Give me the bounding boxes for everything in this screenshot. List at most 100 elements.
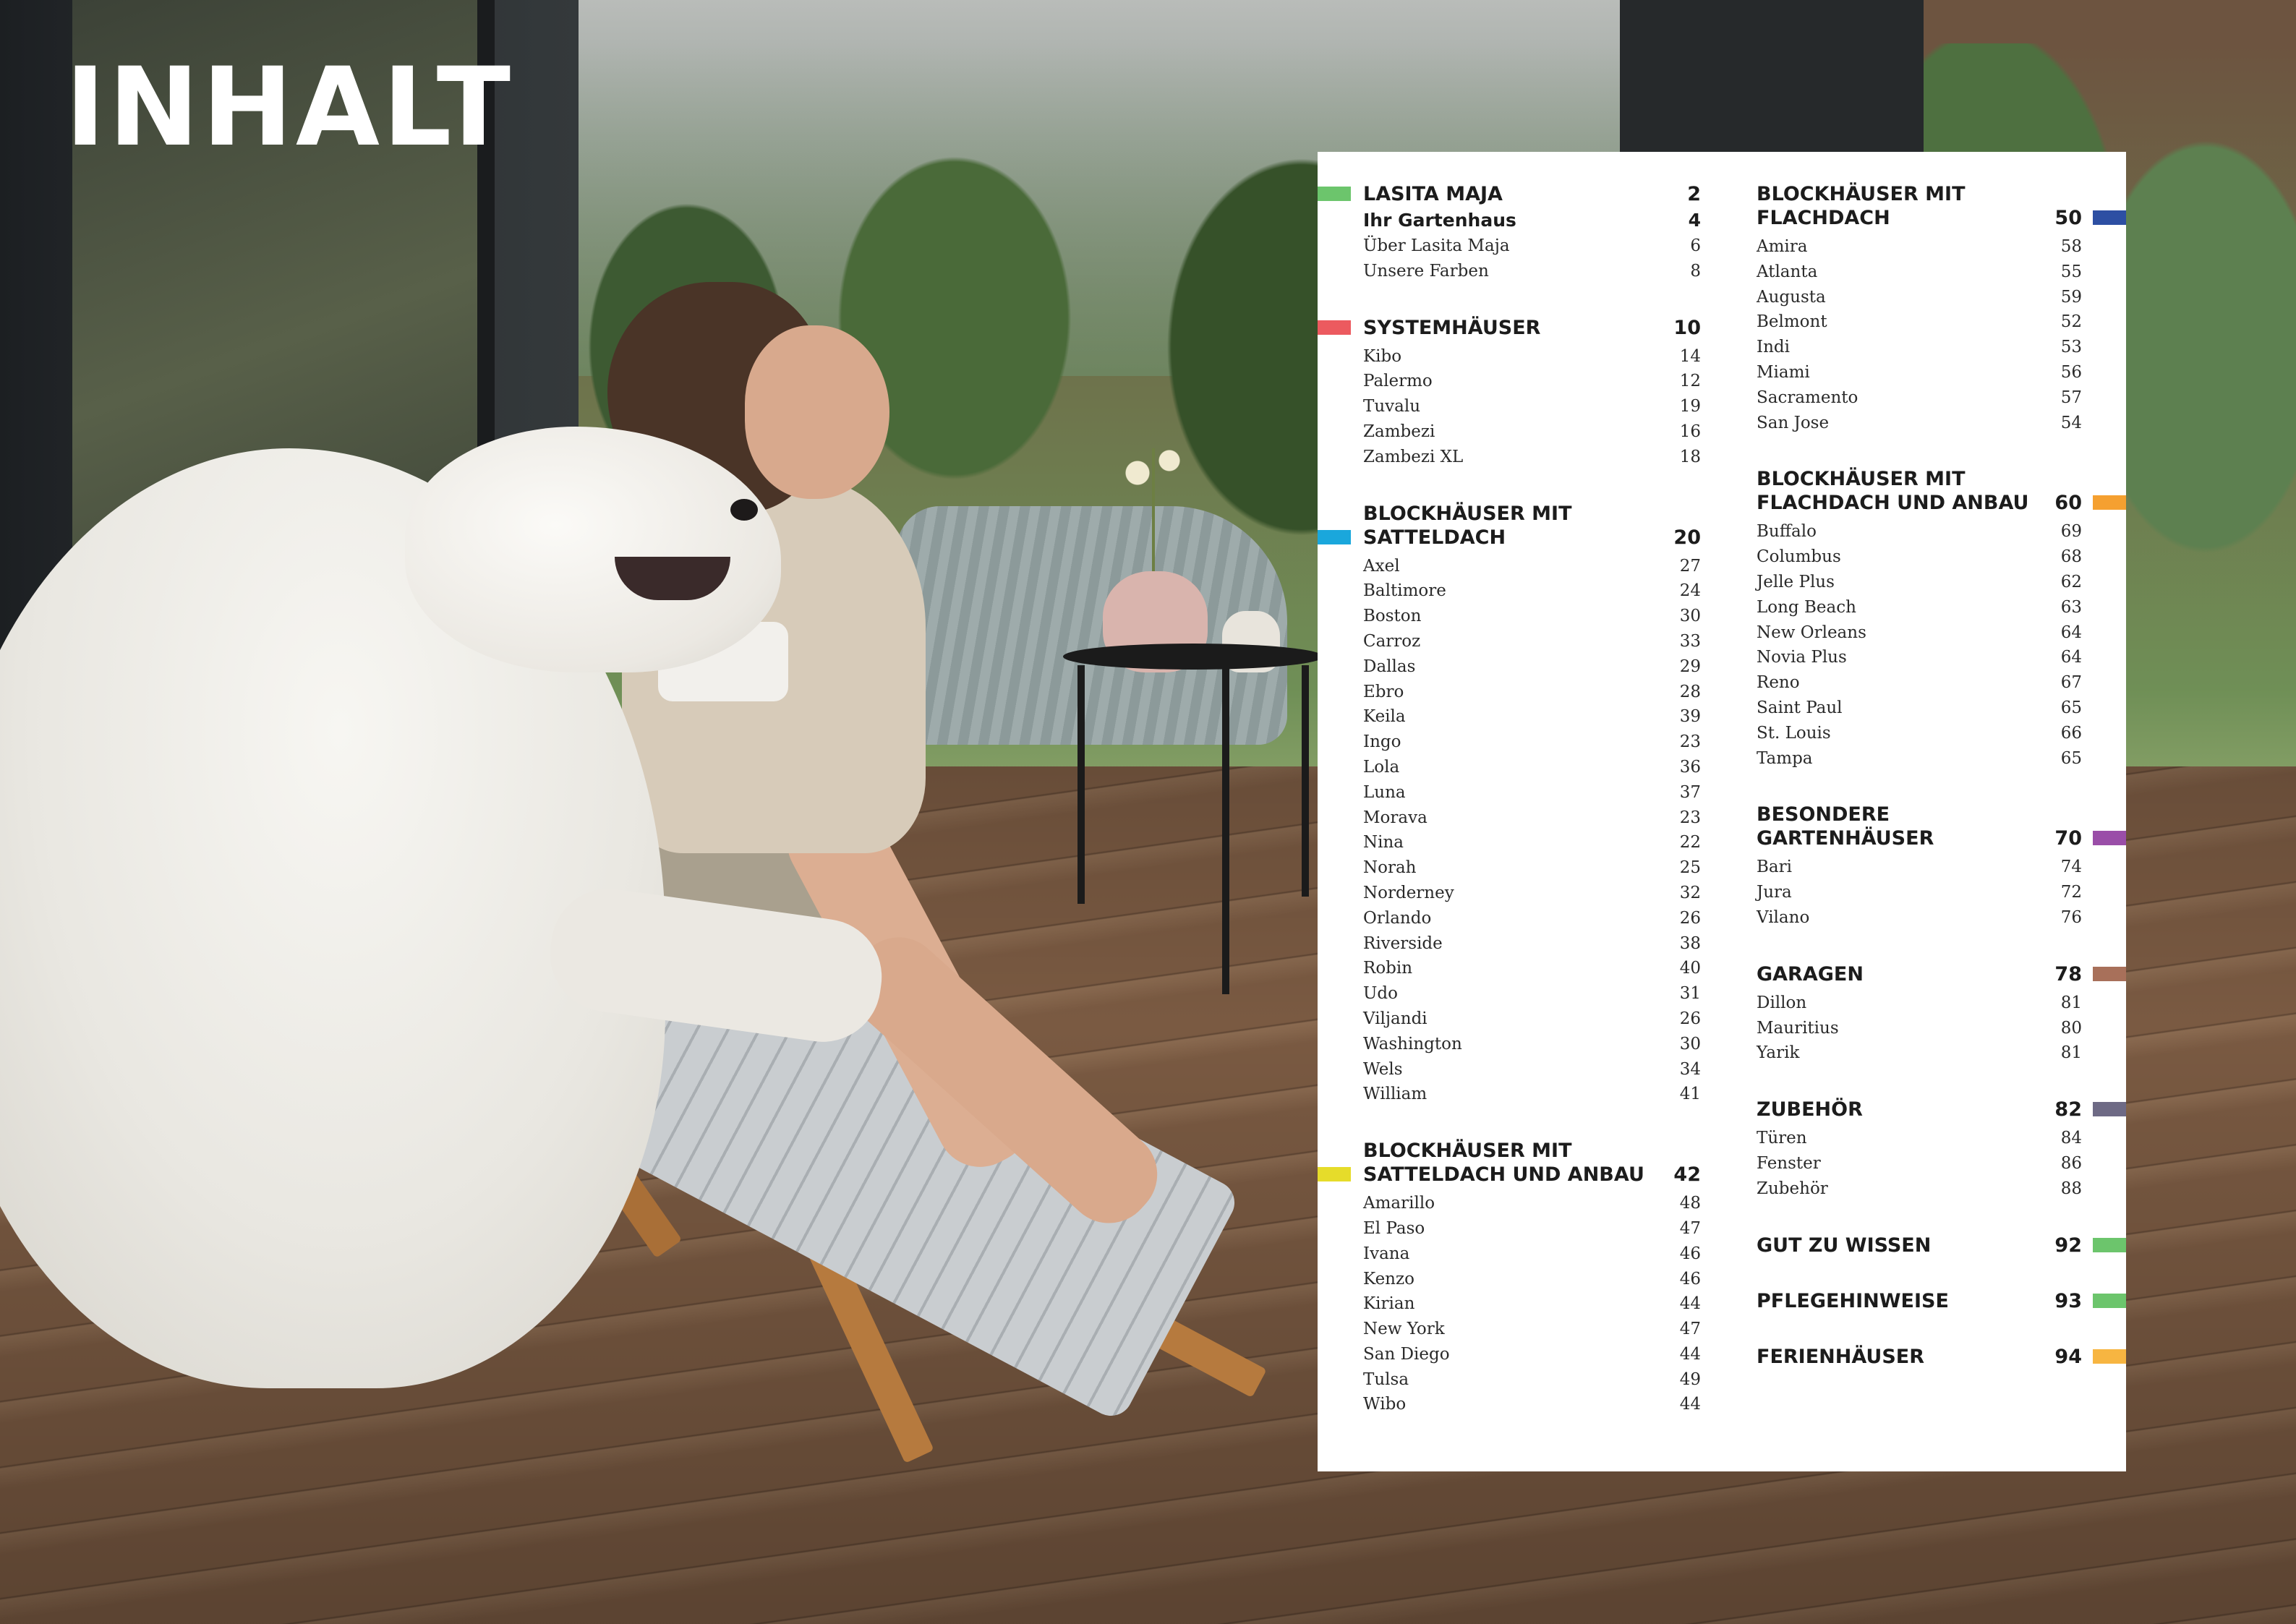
toc-section-page: 94 — [2054, 1345, 2082, 1368]
toc-item-label: Miami — [1757, 362, 1810, 382]
toc-item[interactable]: Novia Plus 64 — [1757, 645, 2082, 670]
toc-item[interactable]: Zambezi 16 — [1363, 419, 1701, 445]
toc-item[interactable]: Reno 67 — [1757, 670, 2082, 696]
toc-item[interactable]: Miami 56 — [1757, 360, 2082, 385]
toc-item[interactable]: San Diego 44 — [1363, 1342, 1701, 1367]
toc-item-label: Keila — [1363, 707, 1406, 727]
toc-item[interactable]: Indi 53 — [1757, 335, 2082, 360]
toc-item[interactable]: Zubehör 88 — [1757, 1176, 2082, 1202]
toc-item[interactable]: Kirian 44 — [1363, 1291, 1701, 1317]
toc-item[interactable]: Jura 72 — [1757, 880, 2082, 905]
toc-item[interactable]: Vilano 76 — [1757, 905, 2082, 931]
toc-section-heading[interactable]: FERIENHÄUSER 94 — [1757, 1345, 2082, 1369]
toc-item-label: St. Louis — [1757, 723, 1831, 743]
toc-item[interactable]: Saint Paul 65 — [1757, 696, 2082, 721]
toc-item-label: Fenster — [1757, 1153, 1821, 1173]
toc-item-label: San Diego — [1363, 1344, 1450, 1364]
toc-item[interactable]: Nina 22 — [1363, 830, 1701, 855]
toc-section-heading[interactable]: LASITA MAJA 2 — [1363, 182, 1701, 206]
toc-item[interactable]: Sacramento 57 — [1757, 385, 2082, 411]
toc-item[interactable]: Jelle Plus 62 — [1757, 570, 2082, 595]
toc-item[interactable]: Belmont 52 — [1757, 309, 2082, 335]
toc-item[interactable]: Carroz 33 — [1363, 629, 1701, 654]
toc-item[interactable]: Türen 84 — [1757, 1126, 2082, 1151]
toc-item-label: Mauritius — [1757, 1018, 1839, 1038]
toc-item[interactable]: Über Lasita Maja 6 — [1363, 234, 1701, 259]
toc-item-label: Atlanta — [1757, 262, 1818, 281]
toc-section-heading[interactable]: BLOCKHÄUSER MIT SATTELDACH 20 — [1363, 502, 1701, 550]
toc-item[interactable]: Bari 74 — [1757, 855, 2082, 880]
toc-item[interactable]: El Paso 47 — [1363, 1216, 1701, 1241]
toc-item-page: 80 — [2060, 1018, 2082, 1038]
toc-section-heading[interactable]: PFLEGEHINWEISE 93 — [1757, 1289, 2082, 1313]
toc-item[interactable]: St. Louis 66 — [1757, 721, 2082, 746]
toc-item-page: 29 — [1679, 657, 1701, 676]
toc-item-label: New Orleans — [1757, 623, 1866, 642]
toc-item[interactable]: Dallas 29 — [1363, 654, 1701, 680]
toc-item[interactable]: Mauritius 80 — [1757, 1016, 2082, 1041]
toc-item[interactable]: New York 47 — [1363, 1317, 1701, 1342]
toc-section-heading[interactable]: BLOCKHÄUSER MIT FLACHDACH 50 — [1757, 182, 2082, 230]
toc-item-label: Baltimore — [1363, 581, 1446, 601]
toc-item[interactable]: Long Beach 63 — [1757, 595, 2082, 620]
toc-section-heading[interactable]: GARAGEN 78 — [1757, 962, 2082, 986]
toc-section-heading[interactable]: BLOCKHÄUSER MIT SATTELDACH UND ANBAU 42 — [1363, 1139, 1701, 1187]
toc-item[interactable]: Tulsa 49 — [1363, 1367, 1701, 1393]
toc-item[interactable]: Kenzo 46 — [1363, 1267, 1701, 1292]
toc-item[interactable]: Washington 30 — [1363, 1032, 1701, 1057]
toc-item[interactable]: New Orleans 64 — [1757, 620, 2082, 646]
toc-item-page: 32 — [1679, 883, 1701, 902]
toc-item-page: 6 — [1690, 236, 1701, 255]
toc-item[interactable]: Ebro 28 — [1363, 680, 1701, 705]
toc-section-page: 93 — [2054, 1289, 2082, 1312]
toc-item[interactable]: Orlando 26 — [1363, 906, 1701, 931]
toc-item[interactable]: Lola 36 — [1363, 755, 1701, 780]
toc-item[interactable]: Viljandi 26 — [1363, 1007, 1701, 1032]
toc-item-page: 46 — [1679, 1269, 1701, 1288]
toc-item[interactable]: Baltimore 24 — [1363, 578, 1701, 604]
section-color-marker — [2093, 966, 2126, 981]
toc-section-heading[interactable]: BLOCKHÄUSER MIT FLACHDACH UND ANBAU 60 — [1757, 467, 2082, 515]
toc-item-page: 47 — [1679, 1320, 1701, 1339]
toc-item[interactable]: Amarillo 48 — [1363, 1191, 1701, 1216]
toc-item[interactable]: Palermo 12 — [1363, 369, 1701, 394]
toc-item[interactable]: Dillon 81 — [1757, 991, 2082, 1016]
toc-item[interactable]: Norah 25 — [1363, 855, 1701, 881]
toc-item[interactable]: Riverside 38 — [1363, 931, 1701, 957]
toc-item-label: Augusta — [1757, 287, 1826, 307]
toc-item[interactable]: Boston 30 — [1363, 604, 1701, 629]
toc-item[interactable]: Axel 27 — [1363, 554, 1701, 579]
toc-item[interactable]: Wibo 44 — [1363, 1392, 1701, 1417]
toc-item[interactable]: Zambezi XL 18 — [1363, 445, 1701, 470]
toc-section-heading[interactable]: SYSTEMHÄUSER 10 — [1363, 316, 1701, 340]
toc-item[interactable]: Amira 58 — [1757, 234, 2082, 260]
toc-item[interactable]: Keila 39 — [1363, 704, 1701, 730]
toc-item[interactable]: Tuvalu 19 — [1363, 394, 1701, 419]
toc-item[interactable]: Robin 40 — [1363, 956, 1701, 981]
toc-item[interactable]: Unsere Farben 8 — [1363, 259, 1701, 284]
toc-subheading[interactable]: Ihr Gartenhaus 4 — [1363, 206, 1701, 235]
toc-item[interactable]: William 41 — [1363, 1082, 1701, 1107]
section-color-marker — [2093, 495, 2126, 510]
toc-item[interactable]: Fenster 86 — [1757, 1151, 2082, 1176]
toc-item[interactable]: Ingo 23 — [1363, 730, 1701, 755]
toc-item[interactable]: Columbus 68 — [1757, 544, 2082, 570]
toc-item[interactable]: Augusta 59 — [1757, 285, 2082, 310]
toc-item[interactable]: Norderney 32 — [1363, 881, 1701, 906]
toc-item[interactable]: Kibo 14 — [1363, 344, 1701, 369]
toc-item[interactable]: Atlanta 55 — [1757, 260, 2082, 285]
toc-item[interactable]: Morava 23 — [1363, 805, 1701, 831]
toc-item[interactable]: San Jose 54 — [1757, 411, 2082, 436]
toc-item[interactable]: Udo 31 — [1363, 981, 1701, 1007]
toc-item[interactable]: Tampa 65 — [1757, 746, 2082, 772]
toc-section-heading[interactable]: ZUBEHÖR 82 — [1757, 1098, 2082, 1121]
toc-item[interactable]: Luna 37 — [1363, 780, 1701, 805]
toc-item[interactable]: Yarik 81 — [1757, 1040, 2082, 1066]
toc-item[interactable]: Ivana 46 — [1363, 1241, 1701, 1267]
toc-item-label: Carroz — [1363, 631, 1421, 651]
toc-section-page: 60 — [2054, 492, 2082, 515]
toc-section-heading[interactable]: GUT ZU WISSEN 92 — [1757, 1234, 2082, 1257]
toc-item[interactable]: Wels 34 — [1363, 1057, 1701, 1082]
toc-item[interactable]: Buffalo 69 — [1757, 519, 2082, 544]
toc-section-heading[interactable]: BESONDERE GARTENHÄUSER 70 — [1757, 803, 2082, 850]
